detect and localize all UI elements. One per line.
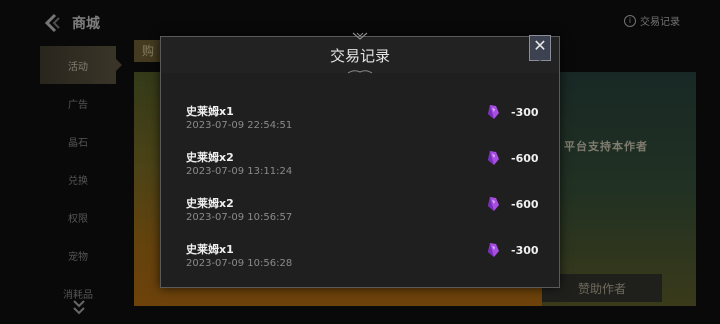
close-icon: ✕: [533, 36, 547, 55]
dialog-title: 交易记录: [329, 47, 390, 65]
record-item-name: 史莱姆x2: [186, 151, 234, 164]
list-item: 史莱姆x2 2023-07-09 10:56:57 -600: [161, 183, 559, 229]
record-timestamp: 2023-07-09 22:54:51: [186, 120, 293, 131]
list-item: 史莱姆x1 2023-07-09 22:54:51 -300: [161, 91, 559, 137]
ornament-icon: [347, 70, 373, 74]
transaction-record-dialog: 交易记录 ✕ 史莱姆x1 2023-07-09 22:54:51 -300 史莱…: [160, 32, 560, 288]
record-amount: -300: [511, 244, 539, 257]
list-item: 史莱姆x2 2023-07-09 13:11:24 -600: [161, 137, 559, 183]
record-amount: -600: [511, 198, 539, 211]
purple-gem-icon: [488, 197, 499, 211]
record-item-name: 史莱姆x2: [186, 197, 234, 210]
shop-screen: 商城 i 交易记录 活动 广告 晶石 兑换 权限 宠物 消耗品 购 平台支持本作…: [0, 0, 720, 324]
record-item-name: 史莱姆x1: [186, 243, 234, 256]
purple-gem-icon: [488, 243, 499, 257]
record-amount: -600: [511, 152, 539, 165]
dialog-header: 交易记录: [161, 32, 559, 74]
list-item: 史莱姆x1 2023-07-09 10:56:28 -300: [161, 229, 559, 275]
record-timestamp: 2023-07-09 10:56:57: [186, 212, 293, 223]
record-timestamp: 2023-07-09 13:11:24: [186, 166, 293, 177]
purple-gem-icon: [488, 105, 499, 119]
ornament-icon: [352, 32, 368, 40]
close-button[interactable]: ✕: [529, 35, 551, 61]
purple-gem-icon: [488, 151, 499, 165]
record-amount: -300: [511, 106, 539, 119]
record-timestamp: 2023-07-09 10:56:28: [186, 258, 293, 269]
record-item-name: 史莱姆x1: [186, 105, 234, 118]
